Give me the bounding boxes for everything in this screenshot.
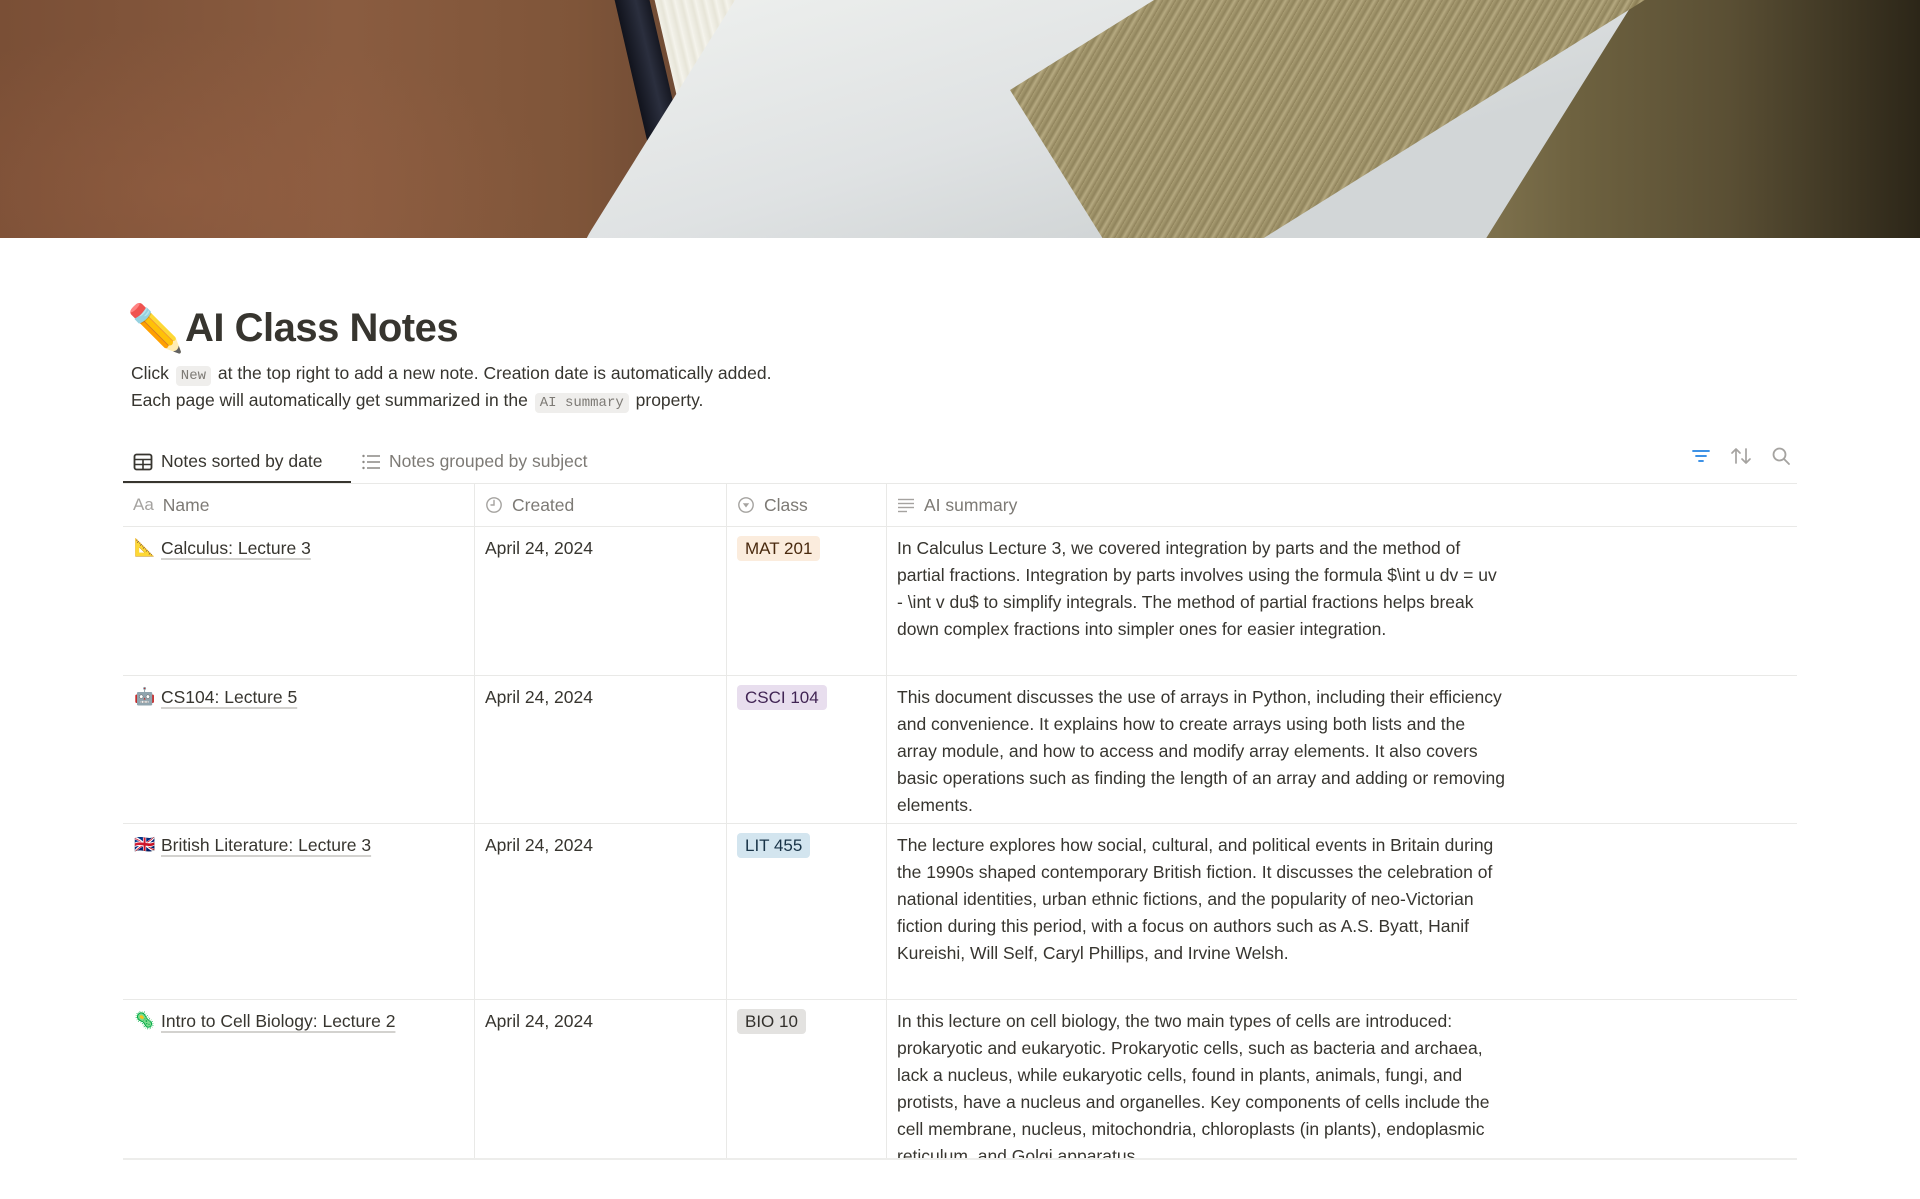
clock-icon	[485, 496, 503, 514]
table-row[interactable]: 📐 Calculus: Lecture 3 April 24, 2024 MAT…	[123, 527, 1797, 676]
notes-table: Aa Name Created Class AI summary 📐 Calcu…	[123, 483, 1797, 1160]
column-label: Class	[764, 494, 808, 515]
view-tabs: Notes sorted by date Notes grouped by su…	[123, 440, 597, 484]
cell-ai-summary: In this lecture on cell biology, the two…	[887, 1000, 1797, 1160]
table-icon	[133, 452, 153, 472]
description-line-1: Click New at the top right to add a new …	[131, 360, 771, 387]
inline-code-new: New	[175, 366, 212, 386]
column-header-ai-summary[interactable]: AI summary	[887, 484, 1797, 526]
table-row[interactable]: 🦠 Intro to Cell Biology: Lecture 2 April…	[123, 1000, 1797, 1160]
table-header: Aa Name Created Class AI summary	[123, 484, 1797, 527]
cell-name: 📐 Calculus: Lecture 3	[123, 527, 475, 675]
row-title-link[interactable]: CS104: Lecture 5	[161, 684, 297, 711]
tab-label: Notes sorted by date	[161, 451, 323, 471]
tab-notes-grouped-by-subject[interactable]: Notes grouped by subject	[351, 440, 597, 483]
cell-ai-summary: The lecture explores how social, cultura…	[887, 824, 1797, 999]
description-text: at the top right to add a new note. Crea…	[217, 363, 772, 383]
description-line-2: Each page will automatically get summari…	[131, 387, 771, 414]
filter-button[interactable]	[1688, 445, 1714, 471]
search-icon	[1771, 446, 1791, 471]
ai-summary-text: In Calculus Lecture 3, we covered integr…	[897, 538, 1497, 639]
cover-desk	[0, 0, 620, 238]
description-text: property.	[635, 390, 704, 410]
tab-label: Notes grouped by subject	[389, 451, 588, 471]
table-row[interactable]: 🇬🇧 British Literature: Lecture 3 April 2…	[123, 824, 1797, 1000]
page-description: Click New at the top right to add a new …	[131, 360, 771, 414]
cell-created: April 24, 2024	[475, 824, 727, 999]
robot-icon: 🤖	[134, 687, 156, 707]
column-header-name[interactable]: Aa Name	[123, 484, 475, 526]
cell-class: MAT 201	[727, 527, 887, 675]
inline-code-ai-summary: AI summary	[534, 393, 629, 413]
column-label: Name	[162, 494, 210, 515]
text-lines-icon	[897, 496, 915, 514]
sort-icon	[1730, 446, 1752, 471]
class-tag[interactable]: MAT 201	[737, 536, 821, 561]
row-title-link[interactable]: Calculus: Lecture 3	[161, 535, 311, 562]
cell-created: April 24, 2024	[475, 527, 727, 675]
class-tag[interactable]: CSCI 104	[737, 685, 827, 710]
ai-summary-text: This document discusses the use of array…	[897, 687, 1506, 815]
cell-ai-summary: In Calculus Lecture 3, we covered integr…	[887, 527, 1797, 675]
ai-summary-text: The lecture explores how social, cultura…	[897, 835, 1494, 963]
description-text: Click	[131, 363, 169, 383]
uk-flag-icon: 🇬🇧	[134, 835, 156, 855]
cell-name: 🇬🇧 British Literature: Lecture 3	[123, 824, 475, 999]
column-label: Created	[512, 494, 575, 515]
column-label: AI summary	[924, 494, 1018, 515]
cover-image	[0, 0, 1920, 238]
pencil-icon[interactable]: ✏️	[127, 298, 185, 358]
cell-created: April 24, 2024	[475, 1000, 727, 1158]
cell-class: BIO 10	[727, 1000, 887, 1158]
text-property-icon: Aa	[133, 495, 154, 514]
sort-button[interactable]	[1728, 445, 1754, 471]
page-title[interactable]: AI Class Notes	[185, 298, 459, 358]
table-row[interactable]: 🤖 CS104: Lecture 5 April 24, 2024 CSCI 1…	[123, 676, 1797, 824]
tab-notes-sorted-by-date[interactable]: Notes sorted by date	[123, 440, 351, 484]
ai-summary-text: In this lecture on cell biology, the two…	[897, 1011, 1490, 1160]
class-tag[interactable]: BIO 10	[737, 1009, 806, 1034]
cell-name: 🦠 Intro to Cell Biology: Lecture 2	[123, 1000, 475, 1158]
description-text: Each page will automatically get summari…	[131, 390, 528, 410]
cell-ai-summary: This document discusses the use of array…	[887, 676, 1797, 823]
microbe-icon: 🦠	[134, 1011, 156, 1031]
row-title-link[interactable]: Intro to Cell Biology: Lecture 2	[161, 1008, 395, 1035]
filter-icon	[1691, 447, 1711, 470]
row-title-link[interactable]: British Literature: Lecture 3	[161, 832, 371, 859]
list-icon	[361, 452, 381, 472]
cell-name: 🤖 CS104: Lecture 5	[123, 676, 475, 823]
column-header-class[interactable]: Class	[727, 484, 887, 526]
search-button[interactable]	[1768, 445, 1794, 471]
page-header: ✏️ AI Class Notes	[127, 298, 1827, 358]
class-tag[interactable]: LIT 455	[737, 833, 811, 858]
column-header-created[interactable]: Created	[475, 484, 727, 526]
cell-class: LIT 455	[727, 824, 887, 999]
cell-created: April 24, 2024	[475, 676, 727, 823]
cell-class: CSCI 104	[727, 676, 887, 823]
triangular-ruler-icon: 📐	[134, 538, 156, 558]
select-property-icon	[737, 496, 755, 514]
view-actions	[1688, 445, 1794, 471]
